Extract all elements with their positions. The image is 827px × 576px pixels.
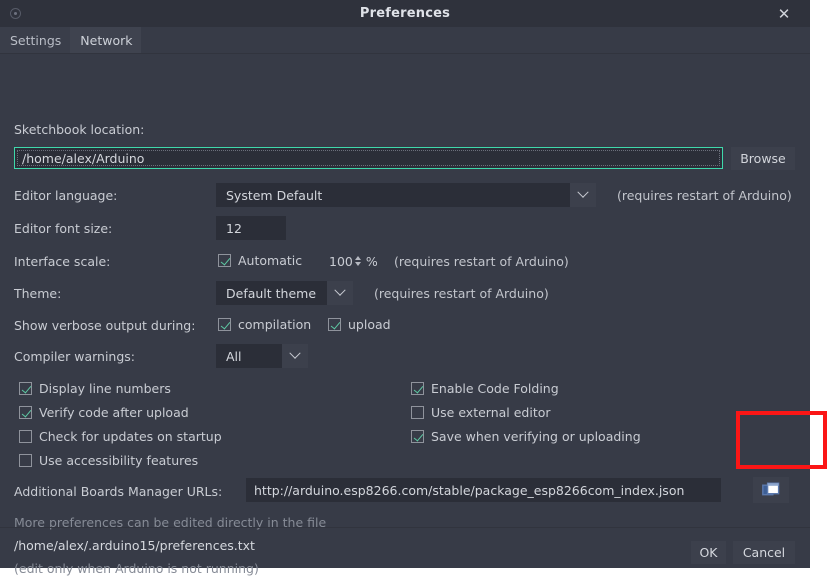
theme-value: Default theme [226, 285, 317, 301]
check-for-updates-checkbox[interactable]: Check for updates on startup [19, 429, 222, 444]
interface-scale-value: 100 [329, 253, 353, 269]
use-accessibility-features-label: Use accessibility features [39, 453, 199, 468]
use-accessibility-features-checkbox[interactable]: Use accessibility features [19, 453, 198, 468]
checkbox-icon [411, 382, 424, 395]
compiler-warnings-label: Compiler warnings: [14, 349, 136, 364]
theme-label: Theme: [14, 286, 62, 301]
chevron-down-icon [570, 183, 596, 207]
verbose-upload-checkbox[interactable]: upload [328, 317, 391, 332]
save-when-verifying-label: Save when verifying or uploading [431, 429, 641, 444]
verify-code-after-upload-checkbox[interactable]: Verify code after upload [19, 405, 189, 420]
boards-urls-input[interactable]: http://arduino.esp8266.com/stable/packag… [246, 478, 721, 502]
interface-scale-note: (requires restart of Arduino) [394, 254, 569, 269]
checkbox-icon [19, 430, 32, 443]
checkbox-icon [218, 254, 231, 267]
page-title: Preferences [359, 6, 451, 21]
display-line-numbers-checkbox[interactable]: Display line numbers [19, 381, 171, 396]
interface-scale-automatic-label: Automatic [238, 253, 303, 268]
compiler-warnings-value: All [226, 348, 242, 364]
preferences-dialog: Preferences ✕ Settings Network Sketchboo… [0, 0, 810, 576]
sketchbook-location-label: Sketchbook location: [14, 122, 145, 137]
verify-code-after-upload-label: Verify code after upload [39, 405, 189, 420]
editor-language-label: Editor language: [14, 188, 118, 203]
footer-divider [0, 527, 810, 528]
close-icon[interactable]: ✕ [774, 4, 794, 24]
use-external-editor-label: Use external editor [431, 405, 551, 420]
boards-urls-label: Additional Boards Manager URLs: [14, 484, 223, 499]
settings-panel: Sketchbook location: /home/alex/Arduino … [0, 54, 810, 576]
use-external-editor-checkbox[interactable]: Use external editor [411, 405, 551, 420]
checkbox-icon [411, 406, 424, 419]
more-prefs-line3: (edit only when Arduino is not running) [14, 561, 259, 576]
editor-language-value: System Default [226, 187, 323, 203]
tab-settings[interactable]: Settings [0, 27, 71, 53]
sketchbook-location-value: /home/alex/Arduino [17, 150, 720, 166]
interface-scale-stepper[interactable]: 100 % [329, 253, 378, 269]
editor-font-size-input[interactable]: 12 [216, 216, 286, 240]
open-window-icon [762, 482, 780, 496]
stepper-arrows-icon[interactable] [354, 253, 364, 269]
interface-scale-automatic-checkbox[interactable]: Automatic [218, 253, 302, 268]
verbose-compilation-checkbox[interactable]: compilation [218, 317, 311, 332]
chevron-down-icon [282, 344, 308, 368]
enable-code-folding-checkbox[interactable]: Enable Code Folding [411, 381, 559, 396]
boards-urls-open-window-button[interactable] [753, 477, 789, 503]
checkbox-icon [218, 318, 231, 331]
ok-button[interactable]: OK [691, 541, 726, 564]
enable-code-folding-label: Enable Code Folding [431, 381, 559, 396]
tab-network[interactable]: Network [70, 27, 142, 53]
check-for-updates-label: Check for updates on startup [39, 429, 222, 444]
checkbox-icon [19, 406, 32, 419]
save-when-verifying-checkbox[interactable]: Save when verifying or uploading [411, 429, 641, 444]
percent-symbol: % [365, 253, 378, 269]
display-line-numbers-label: Display line numbers [39, 381, 171, 396]
interface-scale-label: Interface scale: [14, 254, 111, 269]
tab-settings-label: Settings [10, 32, 62, 48]
title-bar: Preferences ✕ [0, 0, 810, 27]
tab-bar: Settings Network [0, 27, 810, 54]
verbose-compilation-label: compilation [238, 317, 312, 332]
browse-button[interactable]: Browse [731, 147, 795, 170]
checkbox-icon [328, 318, 341, 331]
more-prefs-path: /home/alex/.arduino15/preferences.txt [14, 538, 255, 553]
editor-language-select[interactable]: System Default [216, 183, 596, 207]
checkbox-icon [411, 430, 424, 443]
arduino-circle-icon [10, 8, 21, 19]
tab-network-label: Network [80, 32, 133, 48]
sketchbook-location-input[interactable]: /home/alex/Arduino [14, 147, 723, 169]
verbose-output-label: Show verbose output during: [14, 318, 196, 333]
checkbox-icon [19, 382, 32, 395]
theme-select[interactable]: Default theme [216, 281, 353, 305]
chevron-down-icon [327, 281, 353, 305]
cancel-button[interactable]: Cancel [733, 541, 795, 564]
checkbox-icon [19, 454, 32, 467]
editor-font-size-label: Editor font size: [14, 221, 113, 236]
verbose-upload-label: upload [348, 317, 391, 332]
compiler-warnings-select[interactable]: All [216, 344, 308, 368]
editor-language-note: (requires restart of Arduino) [617, 188, 792, 203]
theme-note: (requires restart of Arduino) [374, 286, 549, 301]
